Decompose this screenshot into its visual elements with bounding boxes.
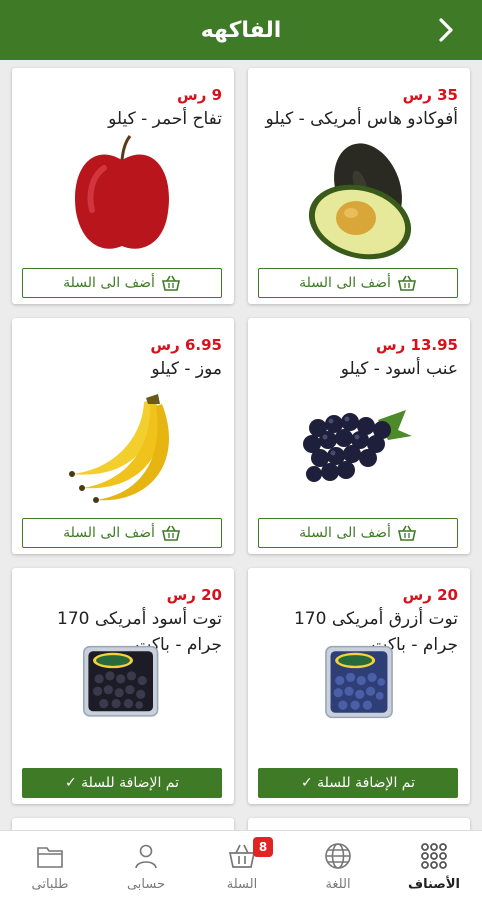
product-name: تفاح أحمر - كيلو: [108, 109, 222, 129]
product-price: 20 رس: [166, 586, 222, 604]
added-to-cart-label: تم الإضافة للسلة ✓: [64, 775, 180, 791]
nav-orders-label: طلباتى: [31, 876, 69, 892]
app-header: الفاكهه: [0, 0, 482, 60]
bottom-navigation: الأصناف اللغة 8 السلة حسابى طلباتى: [0, 830, 482, 900]
folder-icon: [37, 846, 63, 868]
nav-categories-label: الأصناف: [408, 876, 460, 892]
nav-orders[interactable]: طلباتى: [2, 831, 98, 900]
add-to-cart-label: أضف الى السلة: [63, 275, 155, 291]
product-card[interactable]: 6.95 رس موز - كيلو أضف الى السلة: [12, 318, 234, 554]
product-card[interactable]: 9 رس تفاح أحمر - كيلو أضف الى السلة: [12, 68, 234, 304]
blueberries-image: [325, 645, 393, 719]
bananas-image: [69, 394, 170, 503]
product-name: موز - كيلو: [151, 359, 222, 379]
product-card[interactable]: [12, 818, 234, 830]
nav-account[interactable]: حسابى: [98, 831, 194, 900]
nav-account-label: حسابى: [126, 876, 166, 892]
add-to-cart-label: أضف الى السلة: [299, 525, 391, 541]
add-to-cart-button[interactable]: أضف الى السلة: [22, 518, 222, 548]
user-icon: [135, 844, 157, 868]
apple-image: [75, 135, 169, 249]
product-name: أفوكادو هاس أمريكى - كيلو: [265, 109, 458, 129]
blackberries-image: [83, 645, 159, 717]
product-card[interactable]: 35 رس أفوكادو هاس أمريكى - كيلو أضف الى …: [248, 68, 470, 304]
page-title: الفاكهه: [200, 17, 282, 43]
avocado-image: [308, 143, 412, 260]
add-to-cart-button[interactable]: أضف الى السلة: [258, 518, 458, 548]
product-price: 9 رس: [177, 86, 222, 104]
add-to-cart-label: أضف الى السلة: [63, 525, 155, 541]
product-price: 20 رس: [402, 586, 458, 604]
product-price: 35 رس: [402, 86, 458, 104]
product-price: 13.95 رس: [375, 336, 458, 354]
grid-icon: [421, 842, 447, 869]
nav-cart-label: السلة: [226, 876, 258, 892]
chevron-right-icon: [439, 18, 453, 42]
product-price: 6.95 رس: [150, 336, 222, 354]
basket-icon: [161, 275, 180, 291]
basket-icon: [161, 525, 180, 541]
add-to-cart-label: أضف الى السلة: [299, 275, 391, 291]
basket-icon: [397, 275, 416, 291]
cart-icon-wrap: 8: [227, 836, 273, 871]
product-name: عنب أسود - كيلو: [340, 359, 458, 379]
nav-language[interactable]: اللغة: [290, 831, 386, 900]
added-to-cart-button[interactable]: تم الإضافة للسلة ✓: [22, 768, 222, 798]
product-card[interactable]: 20 رس توت أزرق أمريكى 170 جرام - باكت تم…: [248, 568, 470, 804]
add-to-cart-button[interactable]: أضف الى السلة: [22, 268, 222, 298]
add-to-cart-button[interactable]: أضف الى السلة: [258, 268, 458, 298]
nav-language-label: اللغة: [325, 876, 351, 892]
product-card[interactable]: 13.95 رس عنب أسود - كيلو أضف الى السلة: [248, 318, 470, 554]
added-to-cart-button[interactable]: تم الإضافة للسلة ✓: [258, 768, 458, 798]
added-to-cart-label: تم الإضافة للسلة ✓: [300, 775, 416, 791]
grapes-image: [303, 410, 412, 482]
basket-icon: [397, 525, 416, 541]
product-card[interactable]: [248, 818, 470, 830]
nav-cart[interactable]: 8 السلة: [194, 831, 290, 900]
product-card[interactable]: 20 رس توت أسود أمريكى 170 جرام - باكت تم…: [12, 568, 234, 804]
product-grid: 35 رس أفوكادو هاس أمريكى - كيلو أضف الى …: [0, 60, 482, 830]
back-button[interactable]: [426, 12, 466, 48]
globe-icon: [325, 842, 351, 869]
cart-count-badge: 8: [253, 836, 273, 857]
nav-categories[interactable]: الأصناف: [386, 831, 482, 900]
